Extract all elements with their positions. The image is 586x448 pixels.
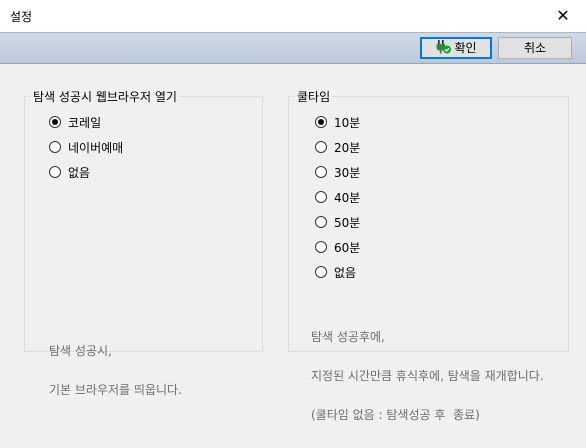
title-bar: 설정 ✕ <box>0 0 586 33</box>
radio-button[interactable] <box>315 216 327 228</box>
radio-button[interactable] <box>49 141 61 153</box>
radio-label: 20분 <box>334 141 361 155</box>
radio-label: 없음 <box>68 166 91 180</box>
radio-button[interactable] <box>315 191 327 203</box>
window-title: 설정 <box>10 10 33 24</box>
cooltime-group-note: 탐색 성공후에, 지정된 시간만큼 휴식후에, 탐색을 재개합니다. (쿨타임 … <box>311 305 544 448</box>
radio-button[interactable] <box>315 266 327 278</box>
note-line: 탐색 성공후에, <box>311 330 385 344</box>
note-line: (쿨타임 없음 : 탐색성공 후 종료) <box>311 408 480 422</box>
radio-button[interactable] <box>315 241 327 253</box>
radio-label: 10분 <box>334 116 361 130</box>
radio-label: 코레일 <box>68 116 102 130</box>
note-line: 탐색 성공시, <box>49 344 112 358</box>
cancel-button[interactable]: 취소 <box>498 37 572 59</box>
radio-label: 네이버예매 <box>68 141 124 155</box>
radio-label: 60분 <box>334 241 361 255</box>
cooltime-group-title: 쿨타임 <box>295 88 333 105</box>
note-line: 기본 브라우저를 띄웁니다. <box>49 383 182 397</box>
plug-check-icon <box>436 40 452 54</box>
browser-groupbox: 탐색 성공시 웹브라우저 열기 코레일 네이버예매 없음 탐색 성공시, 기본 … <box>24 88 263 397</box>
radio-button[interactable] <box>49 166 61 178</box>
cancel-button-label: 취소 <box>523 41 547 55</box>
radio-label: 40분 <box>334 191 361 205</box>
radio-button[interactable] <box>315 166 327 178</box>
radio-label: 50분 <box>334 216 361 230</box>
cooltime-groupbox: 쿨타임 10분 20분 30분 40분 50분 60분 없음 탐색 성공후에, … <box>288 88 569 422</box>
confirm-button[interactable]: 확인 <box>420 37 492 59</box>
browser-group-note: 탐색 성공시, 기본 브라우저를 띄웁니다. <box>49 319 182 423</box>
radio-label: 30분 <box>334 166 361 180</box>
browser-group-title: 탐색 성공시 웹브라우저 열기 <box>31 88 179 105</box>
confirm-button-label: 확인 <box>454 41 477 55</box>
radio-button[interactable] <box>315 116 327 128</box>
close-button[interactable]: ✕ <box>540 0 586 32</box>
radio-label: 없음 <box>334 266 357 280</box>
radio-button[interactable] <box>315 141 327 153</box>
radio-button[interactable] <box>49 116 61 128</box>
toolbar: 확인 취소 <box>0 32 586 64</box>
note-line: 지정된 시간만큼 휴식후에, 탐색을 재개합니다. <box>311 369 544 383</box>
